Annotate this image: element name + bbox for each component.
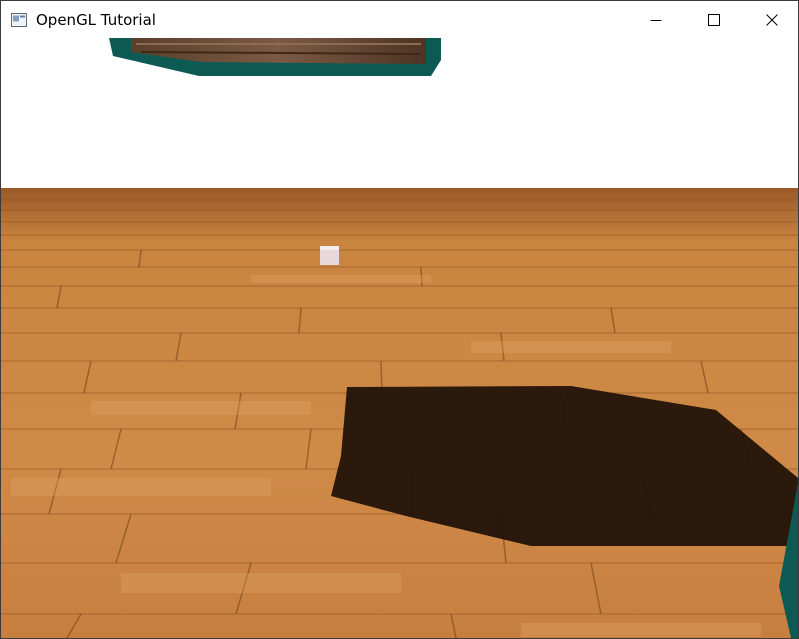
minimize-icon — [650, 14, 662, 26]
close-icon — [766, 13, 778, 26]
close-button[interactable] — [743, 1, 798, 38]
title-bar[interactable]: OpenGL Tutorial — [1, 1, 798, 38]
light-cube — [320, 246, 339, 265]
window-title: OpenGL Tutorial — [36, 11, 156, 29]
floating-container — [109, 38, 441, 76]
minimize-button[interactable] — [627, 1, 685, 38]
render-viewport[interactable] — [1, 38, 798, 638]
scene-canvas — [1, 38, 798, 638]
maximize-button[interactable] — [685, 1, 743, 38]
maximize-icon — [708, 13, 720, 26]
opengl-window: OpenGL Tutorial — [0, 0, 799, 639]
application-window-icon — [11, 12, 27, 27]
